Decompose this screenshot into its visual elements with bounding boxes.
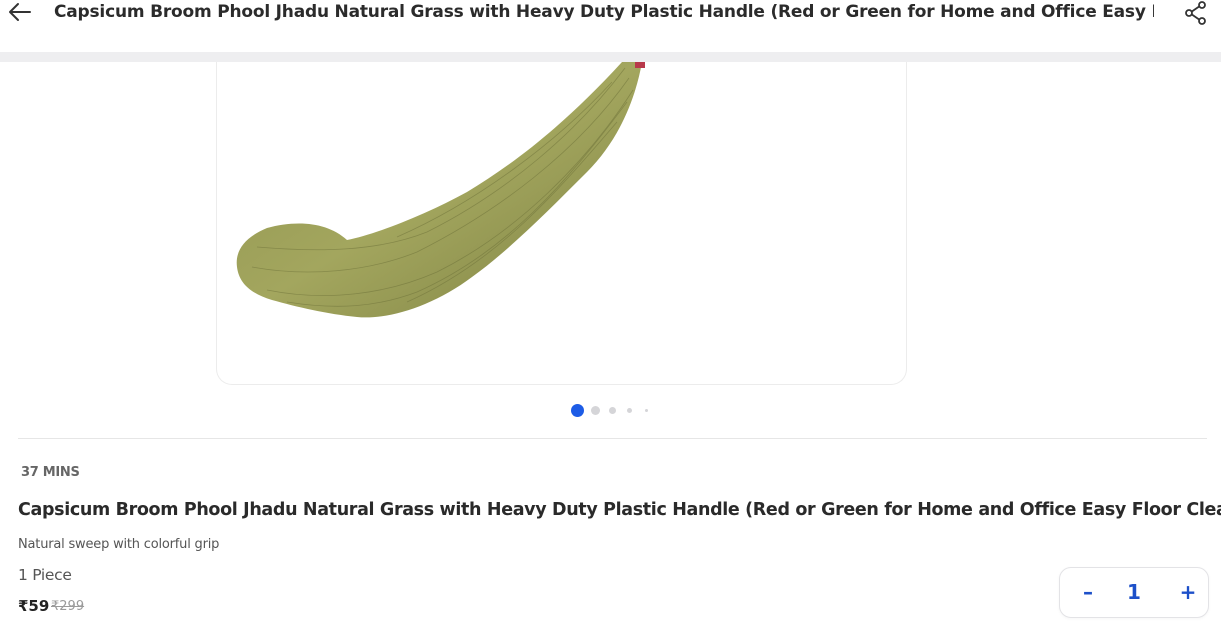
increment-button[interactable]: + bbox=[1168, 568, 1208, 617]
image-carousel-dots bbox=[571, 404, 661, 418]
product-image-card[interactable] bbox=[216, 62, 907, 385]
carousel-dot-1[interactable] bbox=[571, 404, 584, 417]
top-bar: Capsicum Broom Phool Jhadu Natural Grass… bbox=[0, 0, 1221, 52]
quantity-stepper: – 1 + bbox=[1059, 567, 1209, 618]
delivery-time-badge: 37 MINS bbox=[21, 465, 80, 480]
product-description: Natural sweep with colorful grip bbox=[18, 537, 220, 552]
selling-price: ₹59 bbox=[18, 597, 50, 615]
arrow-left-icon bbox=[9, 3, 31, 21]
pack-size: 1 Piece bbox=[18, 566, 72, 584]
carousel-dot-4[interactable] bbox=[627, 408, 632, 413]
carousel-dot-5[interactable] bbox=[645, 409, 648, 412]
header-shadow-band bbox=[0, 52, 1221, 62]
carousel-dot-2[interactable] bbox=[591, 406, 600, 415]
broom-image bbox=[236, 62, 645, 318]
original-price: ₹299 bbox=[51, 599, 85, 614]
section-divider bbox=[18, 438, 1207, 439]
carousel-dot-3[interactable] bbox=[609, 407, 616, 414]
quantity-value: 1 bbox=[1127, 580, 1141, 604]
decrement-button[interactable]: – bbox=[1068, 568, 1108, 617]
share-button[interactable] bbox=[1183, 0, 1209, 26]
product-name: Capsicum Broom Phool Jhadu Natural Grass… bbox=[18, 500, 1221, 520]
share-icon bbox=[1185, 1, 1206, 25]
page-title: Capsicum Broom Phool Jhadu Natural Grass… bbox=[54, 2, 1154, 22]
back-button[interactable] bbox=[6, 0, 34, 24]
